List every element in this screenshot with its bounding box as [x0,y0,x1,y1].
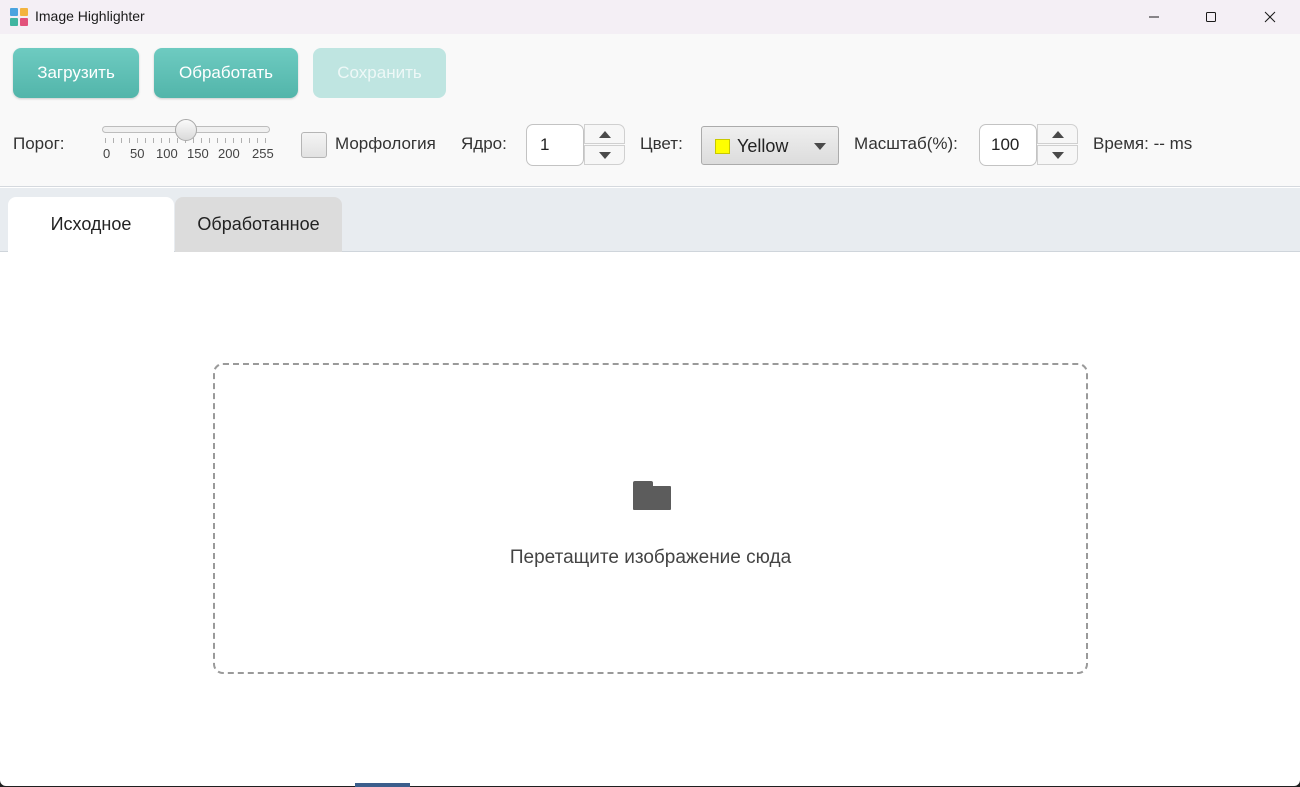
tick-label: 200 [218,146,240,161]
background-window-edge [355,783,410,787]
morphology-label: Морфология [335,134,436,153]
minimize-button[interactable] [1125,0,1183,34]
kernel-increment-button[interactable] [584,124,625,144]
maximize-icon [1206,12,1216,22]
close-icon [1264,11,1276,23]
arrow-down-icon [598,151,611,159]
scale-input[interactable]: 100 [979,124,1037,166]
color-select[interactable]: Yellow [701,126,839,165]
scale-increment-button[interactable] [1037,124,1078,144]
folder-icon [633,480,671,510]
kernel-stepper [584,124,625,166]
color-value: Yellow [737,136,789,156]
process-button[interactable]: Обработать [154,48,298,98]
save-button[interactable]: Сохранить [313,48,446,98]
window-title: Image Highlighter [35,8,145,24]
scale-decrement-button[interactable] [1037,145,1078,165]
threshold-label: Порог: [13,134,65,153]
color-swatch [715,139,730,154]
maximize-button[interactable] [1182,0,1240,34]
tab-original[interactable]: Исходное [8,197,174,252]
threshold-slider[interactable]: 0 50 100 150 200 255 [102,119,274,172]
toolbar: Загрузить Обработать Сохранить Порог: 0 … [0,34,1300,187]
title-bar: Image Highlighter [0,0,1300,34]
tab-bar: Исходное Обработанное [0,188,1300,252]
tick-label: 100 [156,146,178,161]
close-button[interactable] [1241,0,1299,34]
scale-stepper [1037,124,1078,166]
arrow-up-icon [1051,130,1064,138]
kernel-label: Ядро: [461,134,507,153]
morphology-checkbox[interactable] [301,132,327,158]
drop-zone-text: Перетащите изображение сюда [509,547,792,568]
tab-processed[interactable]: Обработанное [175,197,342,252]
app-icon [10,8,28,26]
kernel-input[interactable]: 1 [526,124,584,166]
tick-label: 255 [252,146,274,161]
chevron-down-icon [814,143,826,150]
minimize-icon [1149,16,1159,18]
app-window: Image Highlighter Загрузить Обработать С… [0,0,1300,786]
tick-label: 50 [130,146,145,161]
arrow-down-icon [1051,151,1064,159]
time-label: Время: -- ms [1093,134,1193,153]
kernel-decrement-button[interactable] [584,145,625,165]
scale-label: Масштаб(%): [854,134,958,153]
tick-label: 150 [187,146,209,161]
load-button[interactable]: Загрузить [13,48,139,98]
color-label: Цвет: [640,134,683,153]
image-drop-zone[interactable]: Перетащите изображение сюда [213,363,1088,674]
arrow-up-icon [598,130,611,138]
tick-label: 0 [103,146,111,161]
slider-thumb[interactable] [175,119,197,141]
